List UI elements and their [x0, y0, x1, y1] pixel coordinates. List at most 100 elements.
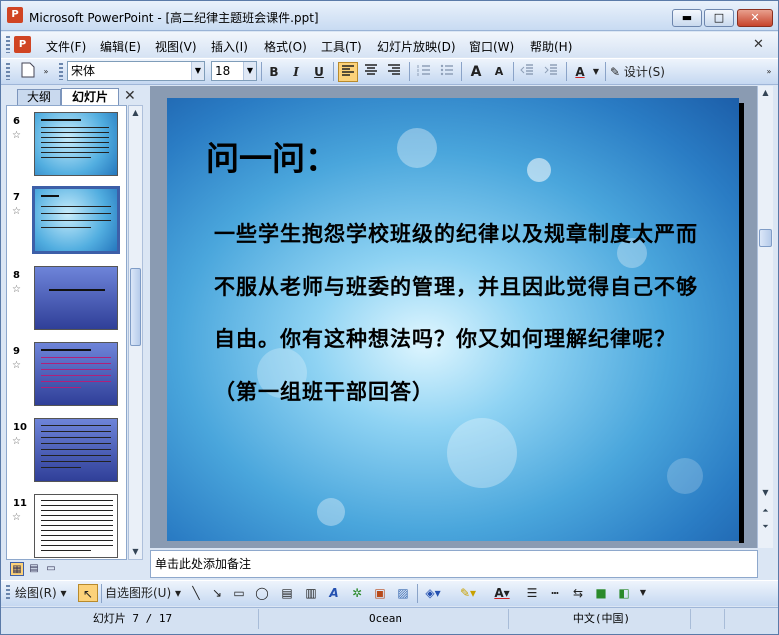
scrollbar-thumb[interactable]: [759, 229, 772, 247]
scroll-up-arrow-icon[interactable]: ▲: [759, 86, 772, 100]
menu-grip[interactable]: [6, 36, 10, 53]
font-toolbar-grip[interactable]: [59, 63, 63, 80]
scroll-down-arrow-icon[interactable]: ▼: [129, 545, 142, 559]
close-button[interactable]: ✕: [737, 9, 773, 27]
autoshapes-menu-button[interactable]: 自选图形(U) ▾: [105, 584, 185, 602]
toolbar-overflow-icon[interactable]: »: [763, 62, 775, 82]
slide-thumbnail-list[interactable]: 6 ☆ 7 ☆ 8 ☆ 9 ☆ 10 ☆ 11 ☆: [6, 105, 127, 560]
toolbar-separator: [461, 62, 462, 81]
grow-font-button[interactable]: A: [466, 62, 486, 82]
previous-slide-icon[interactable]: ⏶: [759, 504, 772, 518]
fill-color-icon[interactable]: ◈▾: [422, 584, 444, 602]
menu-insert[interactable]: 插入(I): [209, 37, 250, 56]
font-dropdown-arrow-icon[interactable]: ▼: [191, 62, 204, 80]
menu-view[interactable]: 视图(V): [153, 37, 199, 56]
menu-tools[interactable]: 工具(T): [319, 37, 364, 56]
wordart-icon[interactable]: A: [325, 584, 343, 602]
maximize-button[interactable]: □: [704, 9, 734, 27]
normal-view-icon[interactable]: ▦: [10, 562, 24, 576]
menu-help[interactable]: 帮助(H): [528, 37, 574, 56]
bullets-button[interactable]: [437, 62, 457, 82]
drawing-toolbar-options-icon[interactable]: ▼: [637, 584, 649, 602]
arrow-style-icon[interactable]: ⇆: [569, 584, 587, 602]
align-left-button[interactable]: [338, 62, 358, 82]
next-slide-icon[interactable]: ⏷: [759, 520, 772, 534]
line-icon[interactable]: ╲: [187, 584, 205, 602]
font-size-select[interactable]: 18 ▼: [211, 61, 257, 81]
insert-picture-icon[interactable]: ▨: [394, 584, 412, 602]
thumbnail-slide-7[interactable]: 7 ☆: [7, 186, 126, 256]
thumbnail-image[interactable]: [34, 418, 118, 482]
scroll-down-arrow-icon[interactable]: ▼: [759, 486, 772, 500]
thumbnail-image-selected[interactable]: [32, 186, 120, 254]
toolbar-options-icon[interactable]: »: [41, 62, 51, 82]
oval-icon[interactable]: ◯: [253, 584, 271, 602]
menu-format[interactable]: 格式(O): [262, 37, 309, 56]
tab-slides[interactable]: 幻灯片: [61, 88, 119, 106]
slide-scrollbar[interactable]: ▲ ▼ ⏶ ⏷: [757, 86, 773, 548]
bold-button[interactable]: B: [265, 62, 283, 82]
document-icon[interactable]: P: [14, 36, 31, 53]
select-objects-icon[interactable]: ↖: [78, 584, 98, 602]
thumbnail-image[interactable]: [34, 266, 118, 330]
line-style-icon[interactable]: ☰: [523, 584, 541, 602]
clipart-icon[interactable]: ▣: [371, 584, 389, 602]
thumbnail-image[interactable]: [34, 342, 118, 406]
underline-button[interactable]: U: [310, 62, 328, 82]
draw-font-color-icon[interactable]: A▾: [491, 584, 513, 602]
scroll-up-arrow-icon[interactable]: ▲: [129, 106, 142, 120]
shadow-style-icon[interactable]: ■: [592, 584, 610, 602]
tab-outline[interactable]: 大纲: [17, 89, 61, 106]
size-dropdown-arrow-icon[interactable]: ▼: [243, 62, 256, 80]
slide-body-text[interactable]: 一些学生抱怨学校班级的纪律以及规章制度太严而不服从老师与班委的管理，并且因此觉得…: [214, 208, 704, 418]
drawing-toolbar-grip[interactable]: [6, 585, 10, 601]
minimize-button[interactable]: ▬: [672, 9, 702, 27]
pane-close-icon[interactable]: ✕: [124, 88, 136, 104]
align-center-button[interactable]: [361, 62, 381, 82]
line-color-icon[interactable]: ✎▾: [457, 584, 479, 602]
italic-button[interactable]: I: [287, 62, 305, 82]
slideshow-view-icon[interactable]: ▭: [44, 562, 58, 576]
slide-sorter-view-icon[interactable]: ▤: [27, 562, 41, 576]
thumbnail-slide-9[interactable]: 9 ☆: [7, 340, 126, 410]
design-button[interactable]: ✎ 设计(S): [610, 62, 672, 82]
current-slide[interactable]: 问一问： 一些学生抱怨学校班级的纪律以及规章制度太严而不服从老师与班委的管理，并…: [167, 98, 739, 541]
thumbnail-slide-8[interactable]: 8 ☆: [7, 264, 126, 334]
increase-indent-button[interactable]: [541, 62, 561, 82]
vertical-textbox-icon[interactable]: ▥: [302, 584, 320, 602]
shrink-font-button[interactable]: A: [489, 62, 509, 82]
align-right-button[interactable]: [384, 62, 404, 82]
arrow-icon[interactable]: ↘: [208, 584, 226, 602]
status-panel-empty: [695, 609, 725, 629]
design-label: 设计(S): [623, 65, 665, 79]
decrease-indent-button[interactable]: [517, 62, 537, 82]
slide-position-status: 幻灯片 7 / 17: [7, 609, 259, 629]
3d-style-icon[interactable]: ◧: [615, 584, 633, 602]
slide-title[interactable]: 问一问：: [206, 132, 338, 180]
rectangle-icon[interactable]: ▭: [230, 584, 248, 602]
numbering-button[interactable]: [414, 62, 434, 82]
menu-file[interactable]: 文件(F): [44, 37, 88, 56]
dash-style-icon[interactable]: ┅: [546, 584, 564, 602]
thumbnail-image[interactable]: [34, 112, 118, 176]
powerpoint-app-icon[interactable]: P: [7, 7, 23, 23]
thumbnail-image[interactable]: [34, 494, 118, 558]
menu-slideshow[interactable]: 幻灯片放映(D): [375, 37, 458, 56]
menu-edit[interactable]: 编辑(E): [98, 37, 143, 56]
toolbar-grip[interactable]: [6, 63, 10, 80]
menu-window[interactable]: 窗口(W): [467, 37, 516, 56]
document-close-icon[interactable]: ✕: [753, 37, 764, 52]
scrollbar-thumb[interactable]: [130, 268, 141, 346]
draw-menu-button[interactable]: 绘图(R) ▾: [15, 584, 75, 602]
new-document-icon[interactable]: [18, 62, 38, 82]
font-name-select[interactable]: 宋体 ▼: [67, 61, 205, 81]
thumbnail-slide-6[interactable]: 6 ☆: [7, 110, 126, 180]
thumbnail-slide-10[interactable]: 10 ☆: [7, 416, 126, 486]
notes-pane[interactable]: 单击此处添加备注: [150, 550, 758, 578]
textbox-icon[interactable]: ▤: [278, 584, 296, 602]
font-color-button[interactable]: A: [571, 62, 589, 82]
diagram-icon[interactable]: ✲: [348, 584, 366, 602]
thumbnail-slide-11[interactable]: 11 ☆: [7, 492, 126, 559]
thumbnail-scrollbar[interactable]: ▲ ▼: [128, 105, 143, 560]
font-color-dropdown-icon[interactable]: ▼: [591, 62, 601, 82]
